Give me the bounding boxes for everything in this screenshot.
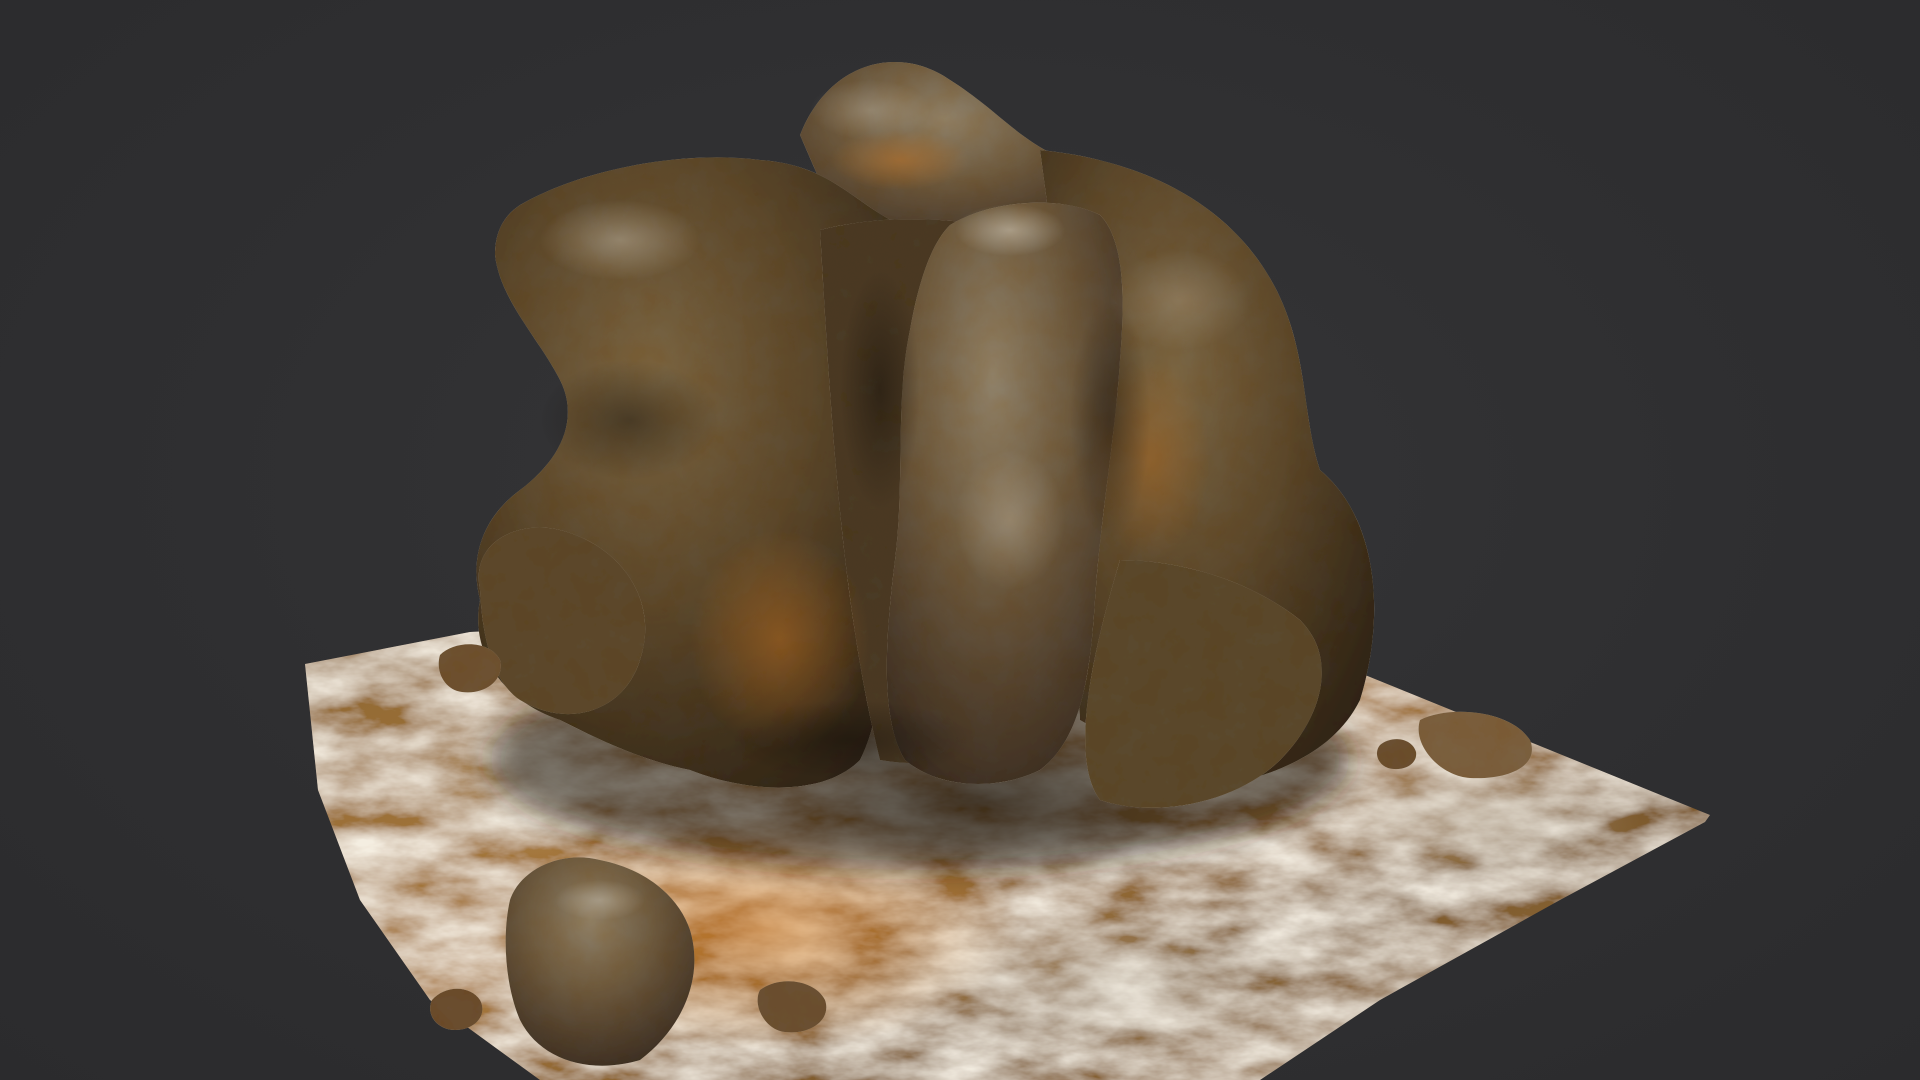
rock-formation: [476, 62, 1375, 808]
rock-model-render: [305, 62, 1710, 1080]
3d-viewport[interactable]: [0, 0, 1920, 1080]
